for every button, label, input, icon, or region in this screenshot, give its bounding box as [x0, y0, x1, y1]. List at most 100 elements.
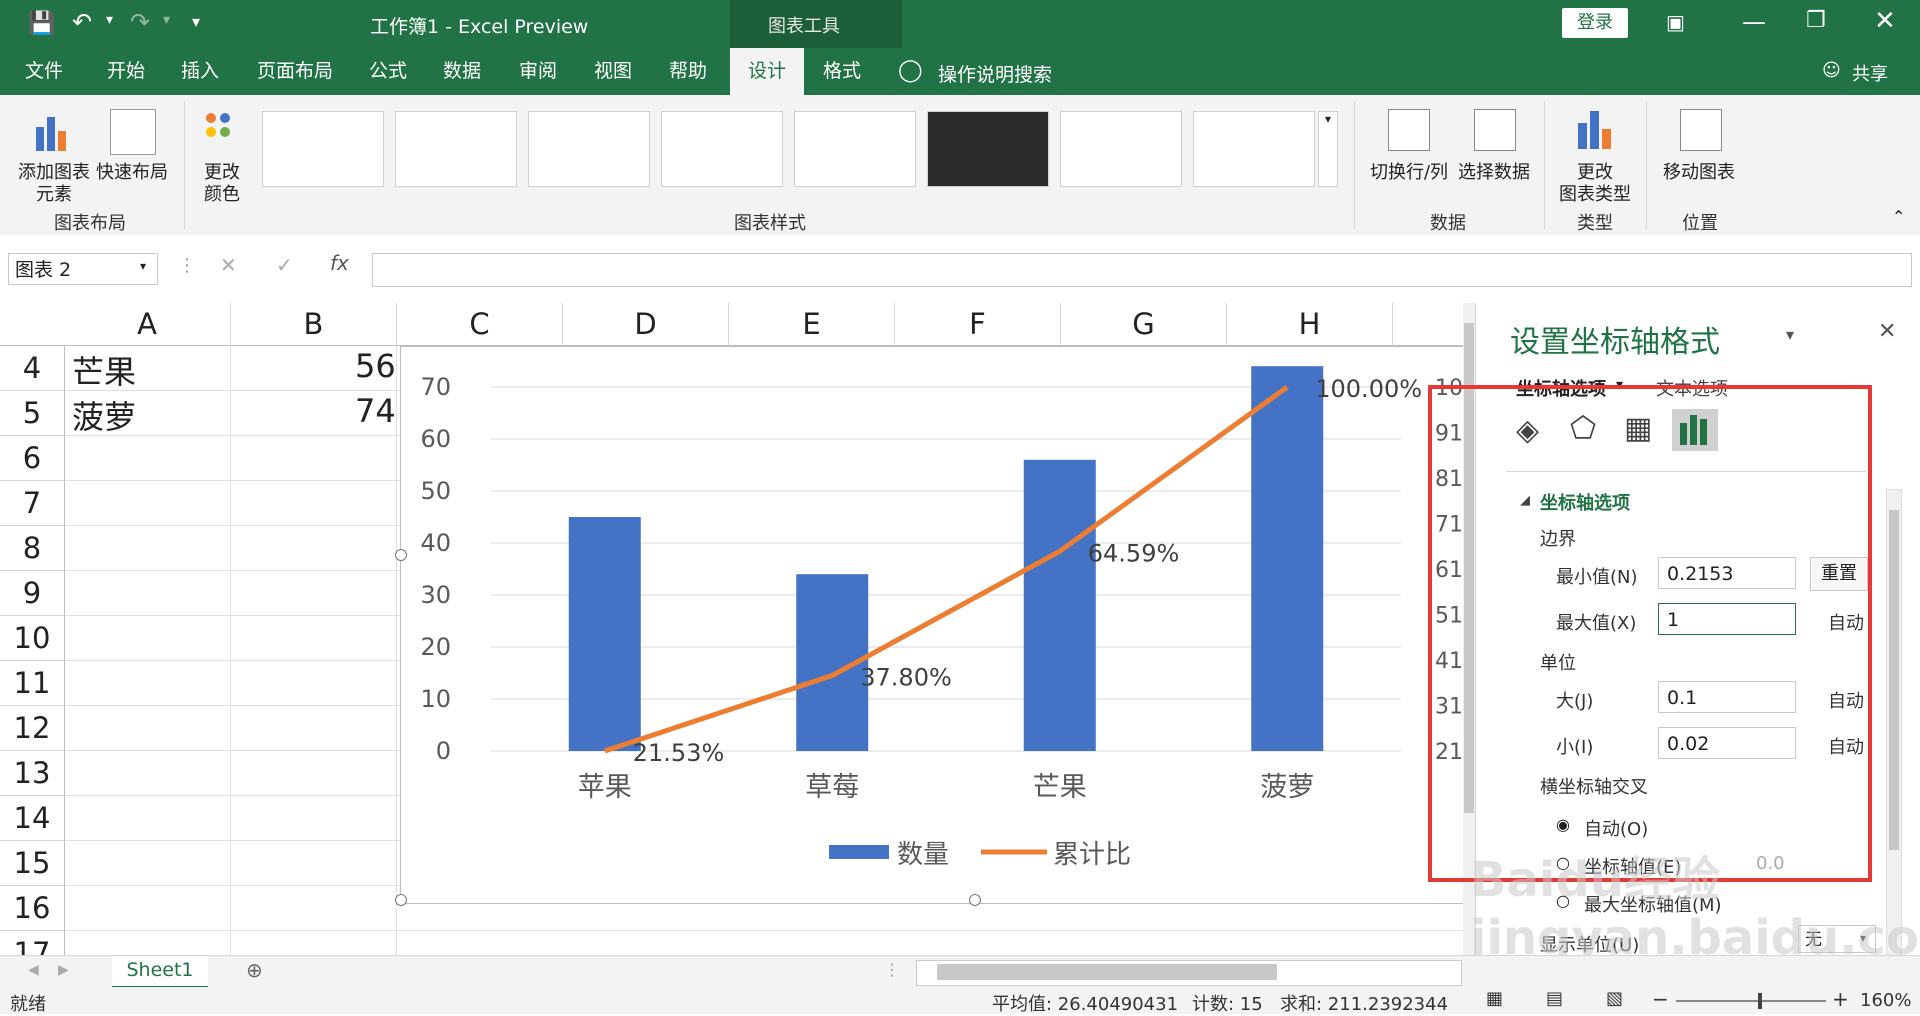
row-header[interactable]: 14: [0, 796, 65, 841]
tab-data[interactable]: 数据: [432, 48, 492, 95]
share-button[interactable]: 共享: [1852, 60, 1888, 86]
collapse-ribbon-icon[interactable]: ⌃: [1892, 207, 1905, 226]
tab-home[interactable]: 开始: [96, 48, 156, 95]
add-chart-element-label-1: 添加图表: [18, 162, 90, 183]
redo-dropdown-icon[interactable]: ▾: [163, 12, 170, 28]
next-sheet-icon[interactable]: ▶: [58, 962, 69, 978]
tab-format[interactable]: 格式: [812, 48, 872, 95]
column-header[interactable]: B: [231, 303, 397, 346]
row-header[interactable]: 16: [0, 886, 65, 931]
tab-design[interactable]: 设计: [730, 48, 804, 95]
add-chart-element-label-2: 元素: [36, 184, 72, 205]
row-header[interactable]: 4: [0, 346, 65, 391]
row-header[interactable]: 9: [0, 571, 65, 616]
pane-close-icon[interactable]: ✕: [1878, 319, 1896, 344]
column-header[interactable]: D: [563, 303, 729, 346]
customize-qat-icon[interactable]: ▾: [192, 12, 200, 31]
tab-page-layout[interactable]: 页面布局: [250, 48, 340, 95]
horizontal-scrollbar-thumb[interactable]: [937, 964, 1277, 980]
column-header[interactable]: F: [895, 303, 1061, 346]
row-header[interactable]: 6: [0, 436, 65, 481]
zoom-slider-thumb[interactable]: [1758, 993, 1762, 1009]
tab-review[interactable]: 审阅: [508, 48, 568, 95]
cell-b5[interactable]: 74: [355, 392, 396, 430]
enter-icon[interactable]: ✓: [276, 253, 293, 277]
tab-view[interactable]: 视图: [583, 48, 643, 95]
ribbon-display-options-icon[interactable]: ▣: [1666, 10, 1685, 34]
row-header[interactable]: 7: [0, 481, 65, 526]
cell-a4[interactable]: 芒果: [72, 347, 136, 393]
save-icon[interactable]: 💾: [28, 11, 55, 36]
resize-handle[interactable]: [395, 894, 407, 906]
combo-chart[interactable]: 0 10 20 30 40 50 60 70 苹果 草莓 芒果 菠萝 21.53% 37.80% 64.59…: [395, 346, 1465, 906]
chart-style-4[interactable]: [661, 111, 783, 187]
zoom-in-icon[interactable]: +: [1832, 987, 1849, 1011]
row-header[interactable]: 15: [0, 841, 65, 886]
bar-苹果: [568, 517, 641, 751]
row-header[interactable]: 10: [0, 616, 65, 661]
minimize-icon[interactable]: —: [1742, 8, 1766, 36]
row-header[interactable]: 5: [0, 391, 65, 436]
change-colors-button[interactable]: 更改 颜色: [192, 103, 252, 205]
page-layout-view-icon[interactable]: ▤: [1546, 988, 1563, 1009]
row-header[interactable]: 12: [0, 706, 65, 751]
tab-file[interactable]: 文件: [14, 48, 74, 95]
chart-style-5[interactable]: [794, 111, 916, 187]
prev-sheet-icon[interactable]: ◀: [28, 962, 39, 978]
person-icon: ☺: [1822, 60, 1841, 81]
name-box[interactable]: 图表 2: [8, 253, 158, 285]
column-header[interactable]: E: [729, 303, 895, 346]
row-header[interactable]: 11: [0, 661, 65, 706]
change-chart-type-button[interactable]: 更改 图表类型: [1552, 103, 1638, 205]
chart-style-8[interactable]: [1193, 111, 1315, 187]
resize-handle[interactable]: [395, 549, 407, 561]
zoom-slider[interactable]: [1676, 1000, 1826, 1002]
horizontal-scrollbar[interactable]: [916, 960, 1462, 986]
chart-style-1[interactable]: [262, 111, 384, 187]
add-chart-element-button[interactable]: 添加图表 元素: [14, 103, 94, 205]
normal-view-icon[interactable]: ▦: [1486, 988, 1503, 1009]
close-icon[interactable]: ✕: [1874, 6, 1896, 36]
undo-dropdown-icon[interactable]: ▾: [106, 12, 113, 28]
cancel-icon[interactable]: ✕: [220, 253, 237, 277]
column-header[interactable]: C: [397, 303, 563, 346]
add-sheet-icon[interactable]: ⊕: [246, 958, 263, 982]
sheet-tab-sheet1[interactable]: Sheet1: [112, 956, 208, 989]
formula-input[interactable]: [372, 253, 1912, 287]
quick-layout-button[interactable]: 快速布局: [92, 103, 172, 203]
switch-row-column-button[interactable]: 切换行/列: [1366, 103, 1452, 203]
row-header[interactable]: 17: [0, 931, 65, 955]
tab-help[interactable]: 帮助: [658, 48, 718, 95]
redo-icon[interactable]: ↷: [130, 8, 150, 36]
tab-formulas[interactable]: 公式: [358, 48, 418, 95]
resize-handle[interactable]: [969, 894, 981, 906]
pane-options-dropdown-icon[interactable]: ▾: [1786, 325, 1794, 344]
column-header[interactable]: G: [1061, 303, 1227, 346]
cell-a5[interactable]: 菠萝: [72, 392, 136, 438]
zoom-out-icon[interactable]: −: [1652, 987, 1669, 1011]
pane-scrollbar-thumb[interactable]: [1889, 510, 1899, 850]
chart-style-7[interactable]: [1060, 111, 1182, 187]
select-all-corner[interactable]: [0, 303, 65, 346]
login-button[interactable]: 登录: [1562, 8, 1628, 38]
zoom-level[interactable]: 160%: [1860, 990, 1911, 1011]
tab-insert[interactable]: 插入: [170, 48, 230, 95]
insert-function-icon[interactable]: fx: [330, 251, 349, 275]
column-header[interactable]: H: [1227, 303, 1393, 346]
chart-style-2[interactable]: [395, 111, 517, 187]
row-header[interactable]: 8: [0, 526, 65, 571]
row-header[interactable]: 13: [0, 751, 65, 796]
cell-b4[interactable]: 56: [355, 347, 396, 385]
chart-style-6[interactable]: [927, 111, 1049, 187]
name-box-dropdown-icon[interactable]: ▾: [140, 259, 146, 273]
column-header[interactable]: [1393, 303, 1463, 346]
restore-icon[interactable]: ❐: [1806, 8, 1826, 33]
chart-style-3[interactable]: [528, 111, 650, 187]
move-chart-button[interactable]: 移动图表: [1656, 103, 1742, 203]
page-break-view-icon[interactable]: ▧: [1606, 988, 1623, 1009]
undo-icon[interactable]: ↶: [72, 8, 92, 36]
tell-me-search[interactable]: 操作说明搜索: [938, 60, 1052, 87]
column-header[interactable]: A: [64, 303, 231, 346]
select-data-button[interactable]: 选择数据: [1452, 103, 1536, 203]
chart-styles-more-icon[interactable]: ▾: [1318, 111, 1338, 187]
